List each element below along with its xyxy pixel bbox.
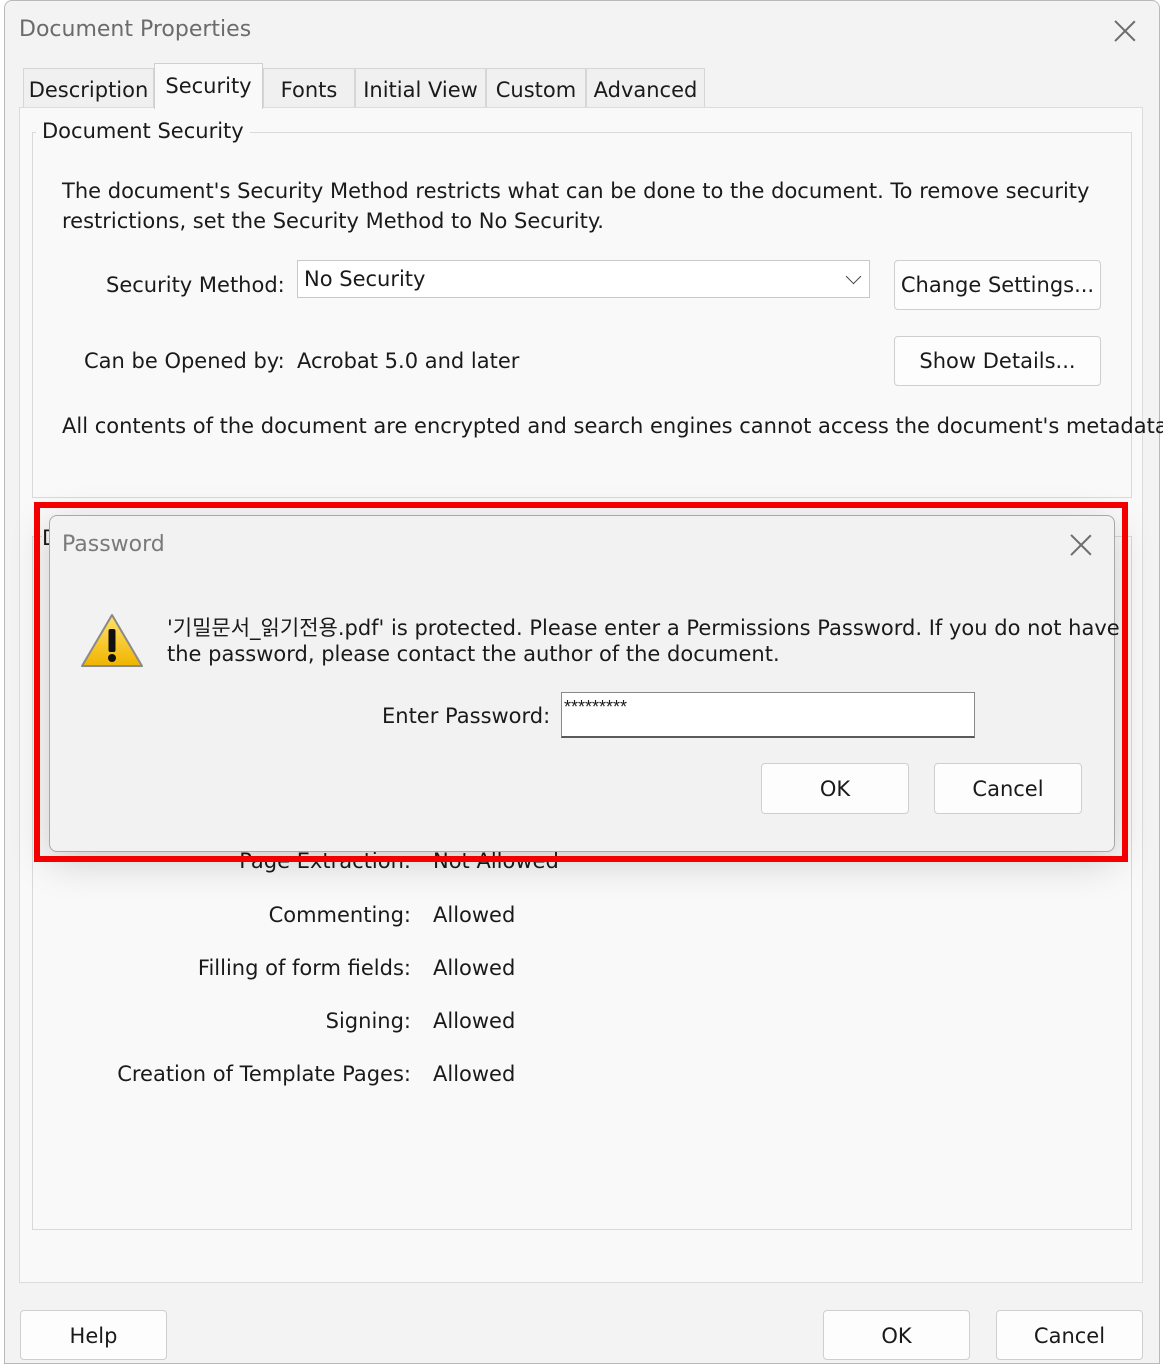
tab-security[interactable]: Security bbox=[154, 63, 263, 109]
signing-value: Allowed bbox=[433, 1009, 516, 1033]
form-filling-label: Filling of form fields: bbox=[197, 956, 411, 980]
security-method-label: Security Method: bbox=[106, 273, 285, 297]
encryption-note: All contents of the document are encrypt… bbox=[62, 414, 1163, 438]
show-details-button[interactable]: Show Details... bbox=[894, 336, 1101, 386]
change-settings-button[interactable]: Change Settings... bbox=[894, 260, 1101, 310]
highlight-box bbox=[34, 502, 1128, 862]
close-icon[interactable] bbox=[1112, 18, 1138, 44]
help-button[interactable]: Help bbox=[20, 1310, 167, 1360]
commenting-label: Commenting: bbox=[268, 903, 411, 927]
template-pages-value: Allowed bbox=[433, 1062, 516, 1086]
tab-advanced[interactable]: Advanced bbox=[586, 68, 705, 107]
commenting-value: Allowed bbox=[433, 903, 516, 927]
security-intro-line1: The document's Security Method restricts… bbox=[62, 179, 1090, 203]
template-pages-label: Creation of Template Pages: bbox=[117, 1062, 411, 1086]
ok-button[interactable]: OK bbox=[823, 1310, 970, 1360]
signing-label: Signing: bbox=[325, 1009, 411, 1033]
cancel-button[interactable]: Cancel bbox=[996, 1310, 1143, 1360]
tab-initial-view[interactable]: Initial View bbox=[355, 68, 486, 107]
window-title: Document Properties bbox=[19, 17, 252, 42]
security-method-dropdown[interactable]: No Security bbox=[297, 260, 870, 298]
opened-by-value: Acrobat 5.0 and later bbox=[297, 349, 520, 373]
tab-description[interactable]: Description bbox=[23, 68, 154, 107]
document-security-title: Document Security bbox=[36, 119, 250, 143]
opened-by-label: Can be Opened by: bbox=[84, 349, 285, 373]
security-method-value: No Security bbox=[304, 267, 426, 291]
tab-fonts[interactable]: Fonts bbox=[263, 68, 355, 107]
tab-custom[interactable]: Custom bbox=[486, 68, 586, 107]
form-filling-value: Allowed bbox=[433, 956, 516, 980]
security-intro-line2: restrictions, set the Security Method to… bbox=[62, 209, 604, 233]
chevron-down-icon bbox=[845, 268, 862, 285]
